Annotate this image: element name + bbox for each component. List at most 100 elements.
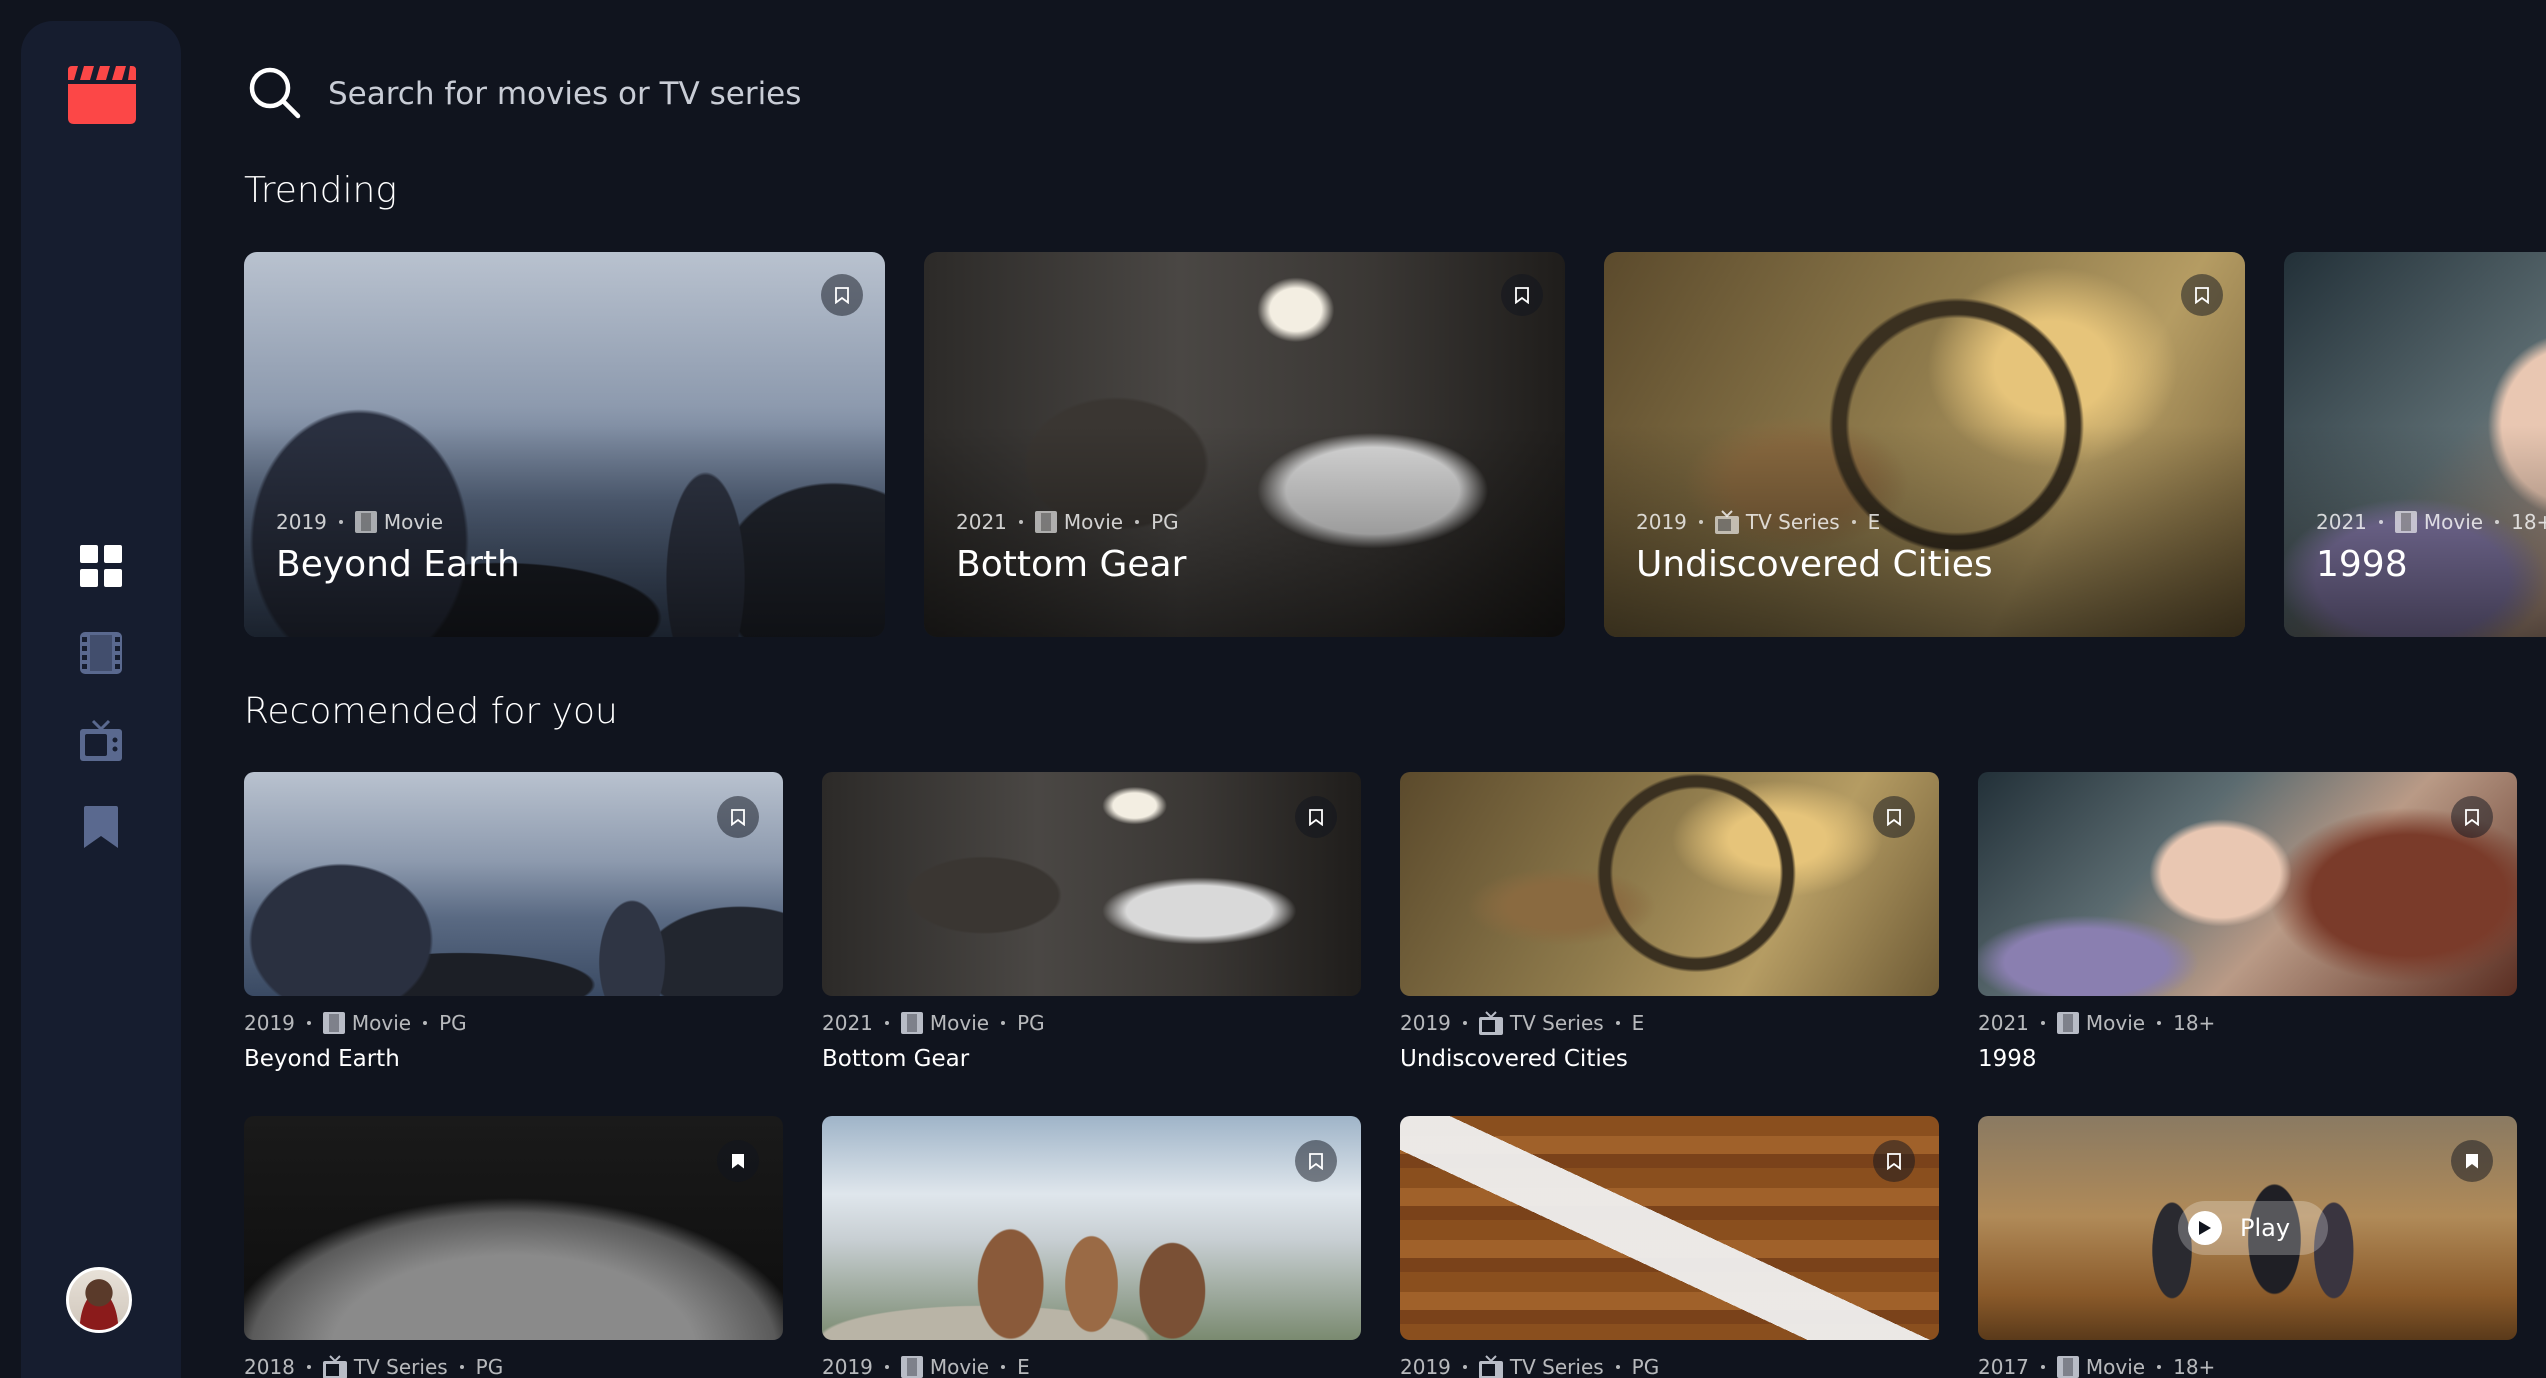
play-label: Play — [2240, 1214, 2291, 1242]
card-thumbnail[interactable] — [1400, 1116, 1939, 1340]
trending-card[interactable]: 2021 Movie PG Bottom Gear — [924, 252, 1565, 637]
bookmark-empty-icon — [835, 286, 849, 304]
bookmark-empty-icon — [2195, 286, 2209, 304]
nav-tv-series[interactable] — [79, 718, 123, 762]
card-year: 2017 — [1978, 1355, 2029, 1378]
card-category: Movie — [351, 1011, 412, 1035]
search-input[interactable] — [328, 66, 1228, 122]
card-year: 2019 — [1400, 1355, 1451, 1378]
card-title: Beyond Earth — [276, 544, 520, 585]
trending-card[interactable]: 2021 Movie 18+ 1998 — [2284, 252, 2546, 637]
card-title: Bottom Gear — [822, 1046, 970, 1072]
card-category: Movie — [2423, 510, 2484, 534]
bookmark-button[interactable] — [1295, 1140, 1337, 1182]
bookmark-button[interactable] — [1873, 1140, 1915, 1182]
card-thumbnail[interactable] — [1400, 772, 1939, 996]
recommended-card[interactable]: 2021 Movie 18+ 1998 — [1978, 772, 2517, 1072]
nav-movies[interactable] — [79, 631, 123, 675]
film-icon — [322, 1012, 345, 1034]
nav-bookmarked[interactable] — [79, 805, 123, 849]
card-year: 2021 — [822, 1011, 873, 1035]
card-meta: 2019 TV Series E — [1400, 1008, 1939, 1038]
bookmark-empty-icon — [1515, 286, 1529, 304]
card-rating: 18+ — [2173, 1011, 2216, 1035]
card-meta: 2019 TV Series E — [1636, 510, 1880, 534]
card-meta: 2021 Movie PG — [956, 510, 1179, 534]
card-meta: 2019 Movie PG — [244, 1008, 783, 1038]
bookmark-button[interactable] — [1873, 796, 1915, 838]
play-icon — [2188, 1211, 2222, 1245]
card-rating: E — [1017, 1355, 1030, 1378]
bookmark-filled-icon — [2466, 1153, 2478, 1168]
search-icon — [249, 67, 301, 119]
card-category: TV Series — [1745, 510, 1840, 534]
film-icon — [900, 1356, 923, 1378]
recommended-card[interactable]: 2019 Movie PG Beyond Earth — [244, 772, 783, 1072]
bookmark-button[interactable] — [2181, 274, 2223, 316]
film-icon — [2056, 1356, 2079, 1378]
card-meta: 2018 TV Series PG — [244, 1352, 783, 1378]
card-category: Movie — [2085, 1355, 2146, 1378]
card-meta: 2017 Movie 18+ — [1978, 1352, 2517, 1378]
card-rating: E — [1867, 510, 1881, 534]
card-title: 1998 — [1978, 1046, 2037, 1072]
nav-home[interactable] — [79, 544, 123, 588]
recommended-card[interactable]: 2021 Movie PG Bottom Gear — [822, 772, 1361, 1072]
user-avatar[interactable] — [66, 1267, 132, 1333]
card-category: Movie — [929, 1355, 990, 1378]
recommended-card[interactable]: Play 2017 Movie 18+ — [1978, 1116, 2517, 1378]
bookmark-button[interactable] — [1501, 274, 1543, 316]
trending-carousel[interactable]: 2019 Movie Beyond Earth 2021 Movie PG Bo… — [244, 252, 2546, 637]
film-icon — [354, 511, 377, 533]
film-clapper-icon[interactable] — [68, 66, 136, 124]
card-year: 2021 — [2316, 510, 2367, 534]
card-thumbnail[interactable] — [822, 772, 1361, 996]
recommended-card[interactable]: 2018 TV Series PG — [244, 1116, 783, 1378]
bookmark-button[interactable] — [2451, 1140, 2493, 1182]
card-rating: E — [1631, 1011, 1645, 1035]
card-rating: 18+ — [2511, 510, 2546, 534]
card-rating: PG — [1151, 510, 1179, 534]
card-year: 2021 — [1978, 1011, 2029, 1035]
trending-card[interactable]: 2019 Movie Beyond Earth — [244, 252, 885, 637]
bookmark-empty-icon — [731, 808, 745, 826]
recommended-heading: Recomended for you — [244, 691, 618, 732]
card-rating: PG — [439, 1011, 467, 1035]
card-rating: PG — [1631, 1355, 1660, 1378]
tv-icon — [322, 1355, 347, 1378]
film-icon — [80, 632, 122, 674]
card-meta: 2021 Movie 18+ — [1978, 1008, 2517, 1038]
grid-icon — [80, 545, 122, 587]
bookmark-icon — [84, 806, 118, 848]
card-thumbnail[interactable] — [1978, 772, 2517, 996]
card-meta: 2019 Movie E — [822, 1352, 1361, 1378]
card-thumbnail[interactable] — [244, 1116, 783, 1340]
card-meta: 2019 Movie — [276, 510, 443, 534]
bookmark-button[interactable] — [821, 274, 863, 316]
card-category: TV Series — [1509, 1011, 1604, 1035]
card-title: Bottom Gear — [956, 544, 1187, 585]
card-thumbnail[interactable] — [822, 1116, 1361, 1340]
film-icon — [900, 1012, 923, 1034]
bookmark-button[interactable] — [717, 1140, 759, 1182]
recommended-card[interactable]: 2019 Movie E — [822, 1116, 1361, 1378]
bookmark-button[interactable] — [717, 796, 759, 838]
bookmark-button[interactable] — [1295, 796, 1337, 838]
card-meta: 2021 Movie 18+ — [2316, 510, 2546, 534]
card-thumbnail[interactable]: Play — [1978, 1116, 2517, 1340]
card-thumbnail[interactable] — [244, 772, 783, 996]
bookmark-empty-icon — [1309, 1152, 1323, 1170]
card-meta: 2021 Movie PG — [822, 1008, 1361, 1038]
bookmark-empty-icon — [1887, 808, 1901, 826]
card-year: 2018 — [244, 1355, 295, 1378]
card-year: 2019 — [244, 1011, 295, 1035]
card-title: Undiscovered Cities — [1400, 1046, 1628, 1072]
recommended-card[interactable]: 2019 TV Series PG — [1400, 1116, 1939, 1378]
recommended-card[interactable]: 2019 TV Series E Undiscovered Cities — [1400, 772, 1939, 1072]
bookmark-button[interactable] — [2451, 796, 2493, 838]
card-title: 1998 — [2316, 544, 2408, 585]
trending-card[interactable]: 2019 TV Series E Undiscovered Cities — [1604, 252, 2245, 637]
card-category: TV Series — [1509, 1355, 1604, 1378]
play-button[interactable]: Play — [2178, 1201, 2328, 1255]
card-category: Movie — [929, 1011, 990, 1035]
